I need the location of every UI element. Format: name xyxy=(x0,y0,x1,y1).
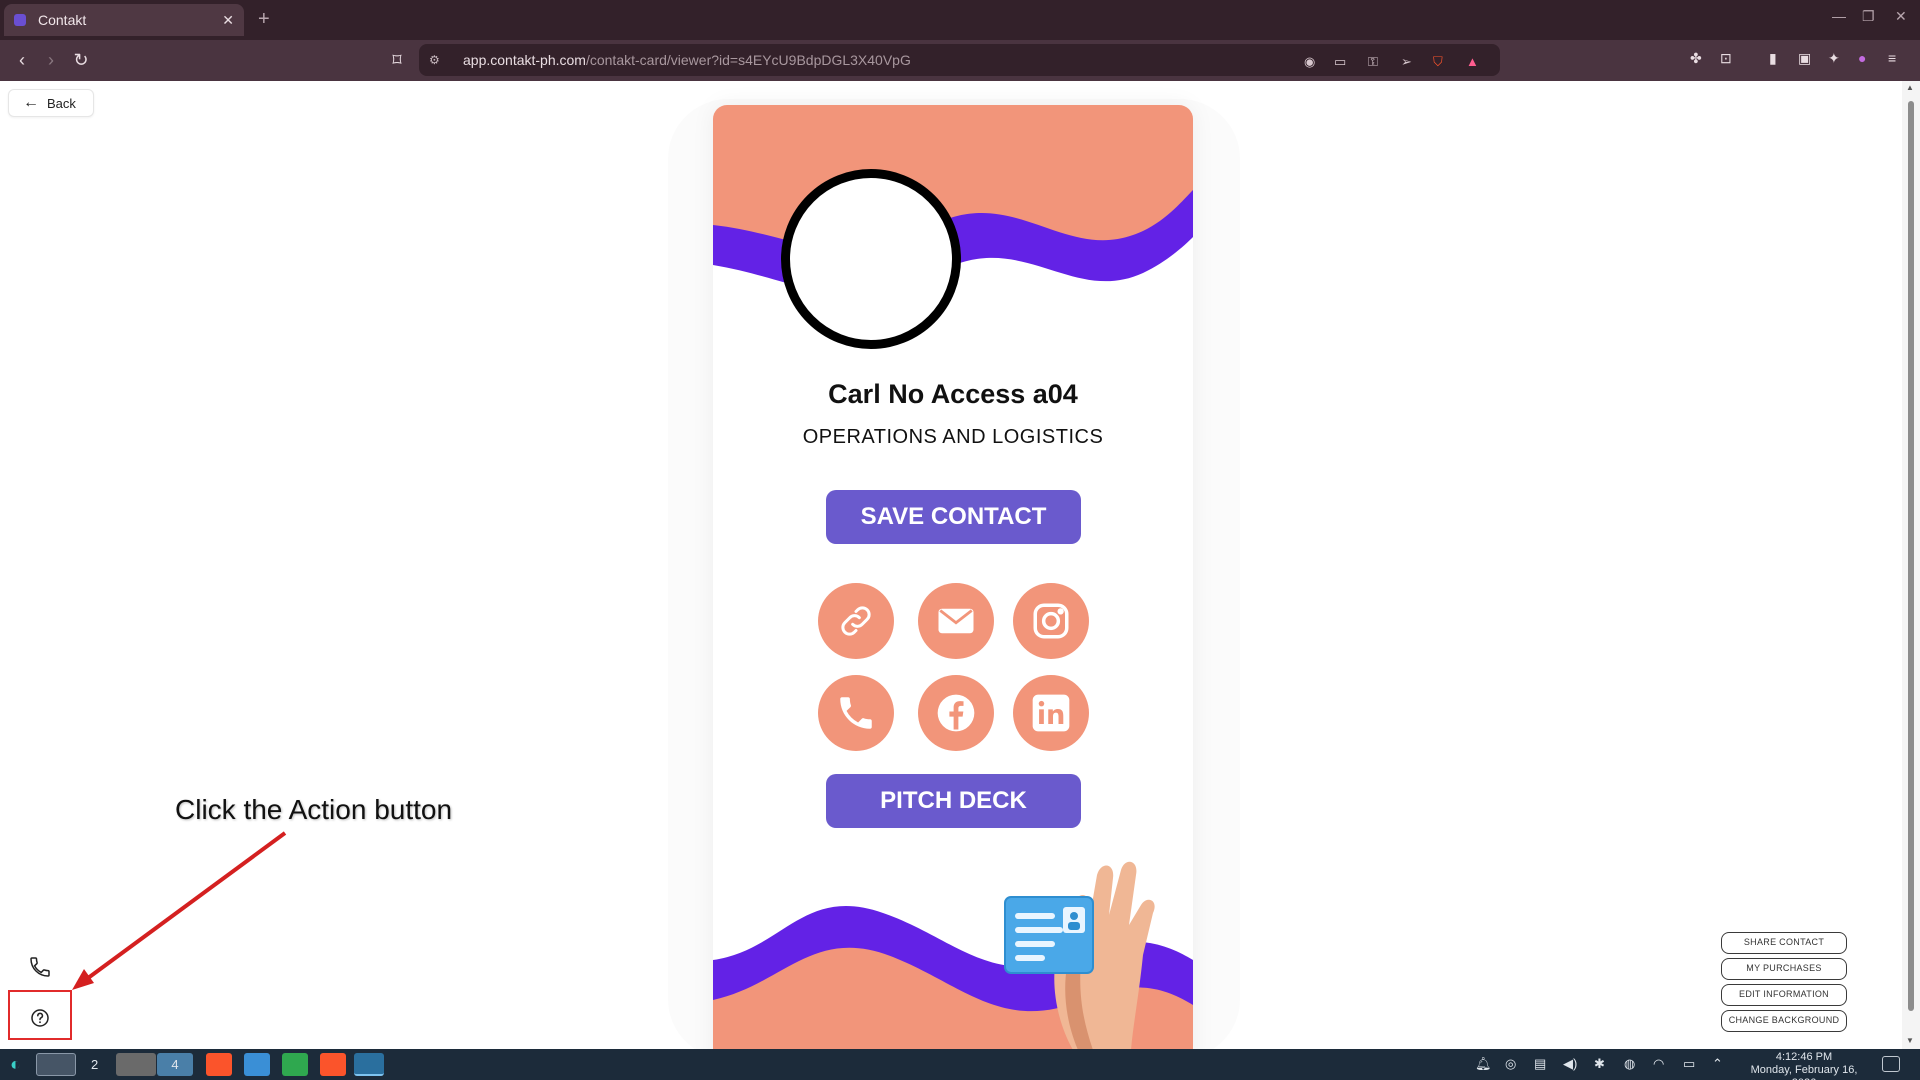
minimize-icon[interactable]: — xyxy=(1832,8,1846,24)
start-menu-icon[interactable]: ◐ xyxy=(10,1053,34,1076)
page-scrollbar[interactable]: ▲ ▼ xyxy=(1902,81,1920,1049)
tray-expand-icon[interactable]: ⌃ xyxy=(1712,1056,1723,1072)
scroll-up-icon[interactable]: ▲ xyxy=(1906,83,1914,92)
file-manager-icon[interactable] xyxy=(244,1053,270,1076)
contact-title: OPERATIONS AND LOGISTICS xyxy=(802,426,1104,448)
vpn-tray-icon[interactable]: ◍ xyxy=(1624,1056,1635,1072)
edit-information-button[interactable]: EDIT INFORMATION xyxy=(1721,984,1847,1006)
new-tab-icon[interactable]: + xyxy=(258,8,270,31)
sidebar-icon[interactable]: ▮ xyxy=(1769,50,1777,67)
forward-nav-icon[interactable]: › xyxy=(40,49,62,71)
send-icon[interactable]: ➢ xyxy=(1401,54,1412,70)
spreadsheet-icon[interactable] xyxy=(282,1053,308,1076)
leo-ai-icon[interactable]: ✦ xyxy=(1828,50,1840,67)
link-icon[interactable] xyxy=(818,583,894,659)
location-icon[interactable]: ◉ xyxy=(1304,54,1315,70)
pitch-deck-button[interactable]: PITCH DECK xyxy=(826,774,1081,828)
change-background-button[interactable]: CHANGE BACKGROUND xyxy=(1721,1010,1847,1032)
share-contact-button[interactable]: SHARE CONTACT xyxy=(1721,932,1847,954)
site-settings-icon[interactable]: ⚙ xyxy=(429,53,447,67)
clock-date: Monday, February 16, 2026 xyxy=(1750,1064,1858,1080)
workspace-3-thumbnail[interactable] xyxy=(116,1053,156,1076)
browser-toolbar: ‹ › ↻ ⌑ ⚙ app.contakt-ph.com/contakt-car… xyxy=(0,40,1920,81)
brave-rewards-icon[interactable]: ▲ xyxy=(1466,54,1479,69)
browser-tab-strip: Contakt ✕ + — ❐ ✕ xyxy=(0,0,1920,40)
restore-icon[interactable]: ❐ xyxy=(1862,8,1875,25)
os-taskbar: ◐ 2 4 🔔︎ ◎ ▤ ◀︎) ✱ ◍ ◠ ▭ ⌃ 4:12:46 PM Mo… xyxy=(0,1049,1920,1080)
notification-icon[interactable]: 🔔︎ xyxy=(1475,1056,1492,1072)
clock-time: 4:12:46 PM xyxy=(1775,1051,1833,1063)
reload-icon[interactable]: ↻ xyxy=(70,49,92,71)
linkedin-icon[interactable] xyxy=(1013,675,1089,751)
contact-name: Carl No Access a04 xyxy=(828,379,1078,409)
battery-icon[interactable]: ▭ xyxy=(1683,1056,1695,1072)
facebook-icon[interactable] xyxy=(918,675,994,751)
bluetooth-icon[interactable]: ✱ xyxy=(1594,1056,1605,1072)
email-icon[interactable] xyxy=(918,583,994,659)
avatar xyxy=(781,169,961,349)
my-purchases-button[interactable]: MY PURCHASES xyxy=(1721,958,1847,980)
menu-icon[interactable]: ≡ xyxy=(1888,50,1896,66)
steam-icon[interactable]: ◎ xyxy=(1505,1056,1516,1072)
vpn-icon[interactable]: ● xyxy=(1858,50,1866,66)
brave-shields-icon[interactable]: ⛉ xyxy=(1433,54,1443,70)
cast-icon[interactable]: ▭ xyxy=(1334,54,1346,70)
page-viewport: ← Back Carl No Access a04 OPERATIONS AND… xyxy=(0,81,1920,1049)
bookmark-icon[interactable]: ⌑ xyxy=(386,49,408,71)
screen-recorder-icon[interactable] xyxy=(354,1053,384,1076)
annotation-arrow-icon xyxy=(72,831,287,990)
show-desktop-icon[interactable] xyxy=(1882,1056,1900,1072)
url-path: /contakt-card/viewer?id=s4EYcU9BdpDGL3X4… xyxy=(585,52,911,68)
brave-browser-2-icon[interactable] xyxy=(320,1053,346,1076)
save-contact-button[interactable]: SAVE CONTACT xyxy=(826,490,1081,544)
back-nav-icon[interactable]: ‹ xyxy=(11,49,33,71)
close-tab-icon[interactable]: ✕ xyxy=(222,12,234,29)
browser-tab[interactable]: Contakt ✕ xyxy=(4,4,244,36)
workspace-1-thumbnail[interactable] xyxy=(36,1053,76,1076)
close-window-icon[interactable]: ✕ xyxy=(1895,8,1907,25)
wallet-icon[interactable]: ▣ xyxy=(1798,50,1811,67)
extensions-icon[interactable]: ✤ xyxy=(1690,50,1702,67)
workspace-2-label[interactable]: 2 xyxy=(91,1057,98,1072)
system-clock[interactable]: 4:12:46 PM Monday, February 16, 2026 xyxy=(1738,1051,1870,1080)
volume-icon[interactable]: ◀︎) xyxy=(1563,1056,1577,1072)
url-text: app.contakt-ph.com/contakt-card/viewer?i… xyxy=(463,52,911,68)
password-key-icon[interactable]: ⚿ xyxy=(1368,54,1378,70)
address-bar[interactable]: ⚙ app.contakt-ph.com/contakt-card/viewer… xyxy=(419,44,1500,76)
contakt-favicon-icon xyxy=(14,14,26,26)
workspace-4-thumbnail[interactable]: 4 xyxy=(157,1053,193,1076)
clipboard-icon[interactable]: ▤ xyxy=(1534,1056,1546,1072)
tab-title: Contakt xyxy=(38,12,87,28)
phone-icon[interactable] xyxy=(818,675,894,751)
url-domain: app.contakt-ph.com xyxy=(463,52,586,68)
screenshot-icon[interactable]: ⊡ xyxy=(1720,50,1732,67)
scroll-down-icon[interactable]: ▼ xyxy=(1906,1036,1914,1045)
instagram-icon[interactable] xyxy=(1013,583,1089,659)
wifi-icon[interactable]: ◠ xyxy=(1653,1056,1664,1072)
brave-browser-icon[interactable] xyxy=(206,1053,232,1076)
contact-card: Carl No Access a04 OPERATIONS AND LOGIST… xyxy=(713,105,1193,1049)
hand-holding-card-illustration xyxy=(1004,861,1155,1049)
scroll-thumb[interactable] xyxy=(1908,101,1914,1011)
